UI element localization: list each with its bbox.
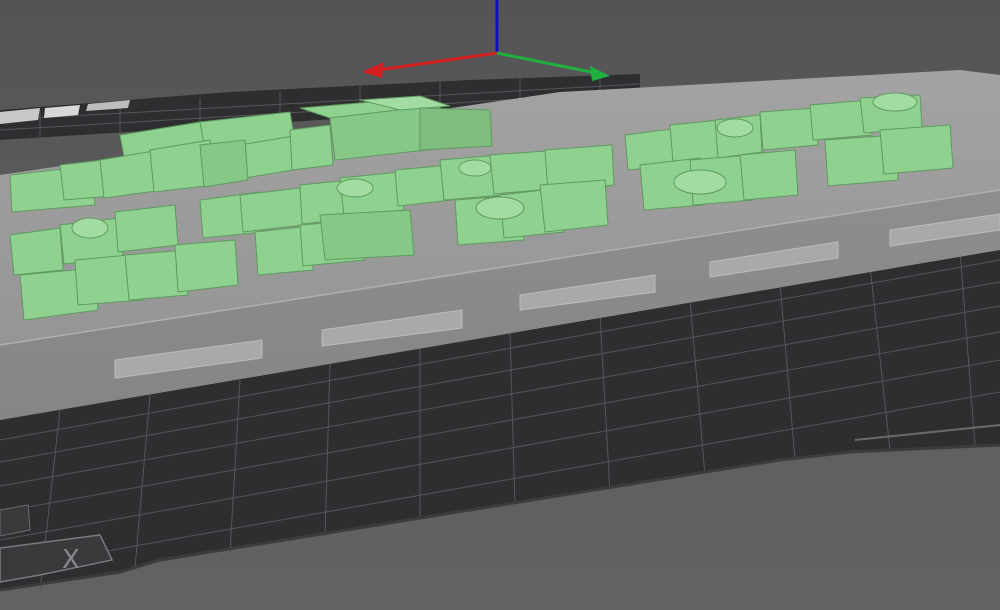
x-axis [377, 51, 498, 72]
axis-gizmo-icon[interactable] [362, 0, 610, 81]
bed-mark-label: X [62, 545, 80, 575]
3d-viewport[interactable]: X [0, 0, 1000, 610]
scene-canvas[interactable]: X [0, 0, 1000, 610]
x-axis-arrow [362, 62, 384, 78]
y-axis [496, 51, 597, 75]
